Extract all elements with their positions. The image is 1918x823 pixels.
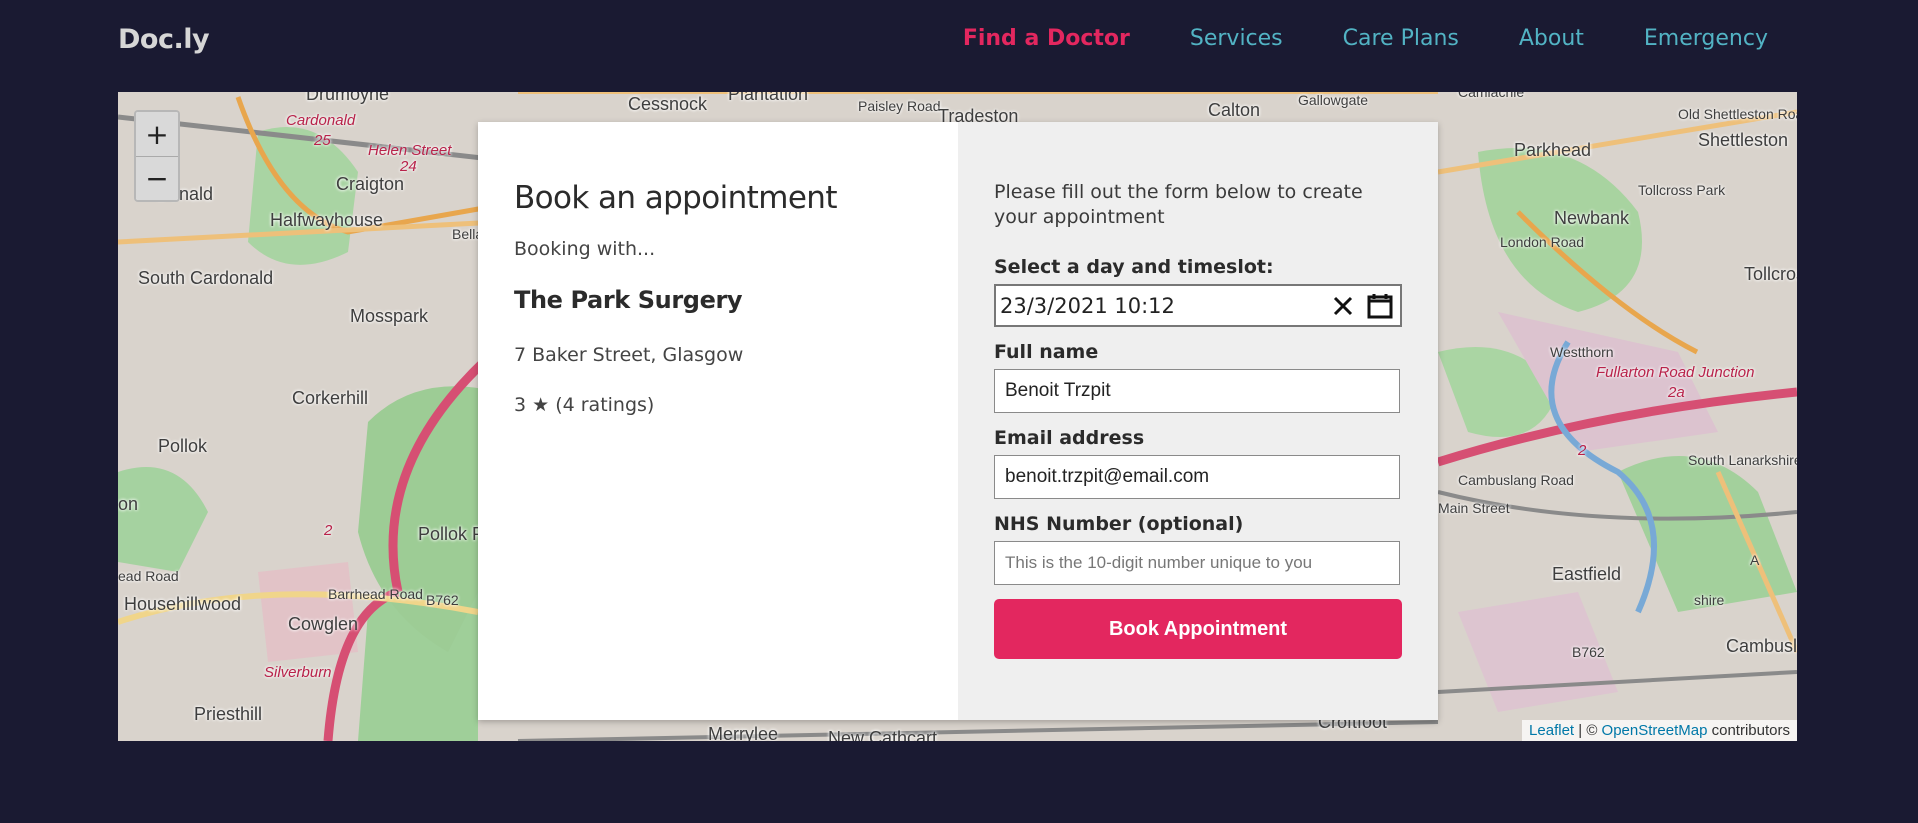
map-label: Parkhead (1514, 140, 1592, 160)
clear-icon[interactable] (1326, 295, 1360, 317)
map-label: A (1750, 552, 1760, 568)
map-label: Merrylee (708, 724, 779, 741)
map-attribution: Leaflet | © OpenStreetMap contributors (1522, 720, 1797, 741)
email-field[interactable]: benoit.trzpit@email.com (994, 455, 1400, 499)
surgery-info-panel: Book an appointment Booking with... The … (478, 122, 958, 720)
map-label: Barrhead Road (328, 586, 423, 602)
map-label: on (118, 494, 139, 514)
nav-emergency[interactable]: Emergency (1644, 26, 1768, 51)
openstreetmap-link[interactable]: OpenStreetMap (1602, 722, 1708, 739)
map-label: Eastfield (1552, 564, 1622, 584)
map-label: Silverburn (264, 664, 332, 681)
booking-with-text: Booking with... (514, 238, 656, 260)
zoom-control: + − (134, 110, 180, 202)
attribution-suffix: contributors (1707, 722, 1790, 739)
zoom-in-button[interactable]: + (136, 112, 178, 156)
nhs-label: NHS Number (optional) (994, 513, 1244, 535)
nav-find-a-doctor[interactable]: Find a Doctor (963, 26, 1130, 51)
datetime-label: Select a day and timeslot: (994, 256, 1274, 278)
nhs-number-field[interactable]: This is the 10-digit number unique to yo… (994, 541, 1400, 585)
map-label: Craigton (336, 174, 405, 194)
map-label: shire (1694, 592, 1725, 608)
map-label: ead Road (118, 568, 179, 584)
map-label: Tollcross Park (1638, 182, 1726, 198)
map-label: Westthorn (1550, 344, 1614, 360)
map-label: London Road (1500, 234, 1585, 250)
map-label: Househillwood (124, 594, 242, 614)
book-appointment-button[interactable]: Book Appointment (994, 599, 1402, 659)
map-label: Pollok (158, 436, 208, 456)
map-label: Paisley Road (858, 98, 941, 114)
email-label: Email address (994, 427, 1145, 449)
surgery-address: 7 Baker Street, Glasgow (514, 344, 744, 366)
datetime-input[interactable]: 23/3/2021 10:12 (994, 284, 1402, 327)
map-label: Gallowgate (1298, 92, 1369, 108)
zoom-out-button[interactable]: − (136, 156, 178, 200)
map-label: 24 (400, 158, 417, 175)
map-label: Corkerhill (292, 388, 369, 408)
map-label: Halfwayhouse (270, 210, 384, 230)
booking-card: Book an appointment Booking with... The … (478, 122, 1438, 720)
map-label: 2 (1578, 442, 1587, 459)
map-label: Cardonald (286, 112, 356, 129)
booking-form: Please fill out the form below to create… (958, 122, 1438, 720)
map-label: Cowglen (288, 614, 359, 634)
map-label: Tollcross (1744, 264, 1797, 284)
map-label: Priesthill (194, 704, 263, 724)
map-label: Main Street (1438, 500, 1510, 516)
map-label: Shettleston (1698, 130, 1789, 150)
nav-care-plans[interactable]: Care Plans (1343, 26, 1459, 51)
nav-about[interactable]: About (1519, 26, 1584, 51)
map-label: Cambuslang (1726, 636, 1797, 656)
datetime-value: 23/3/2021 10:12 (1000, 293, 1175, 318)
attribution-separator: | © (1574, 722, 1602, 739)
map-label: Cessnock (628, 94, 708, 114)
brand-logo[interactable]: Doc.ly (118, 24, 210, 55)
fullname-field[interactable]: Benoit Trzpit (994, 369, 1400, 413)
map-label: Old Shettleston Road (1678, 106, 1797, 122)
map-label: Calton (1208, 100, 1261, 120)
main-nav: Find a Doctor Services Care Plans About … (903, 26, 1768, 51)
surgery-rating: 3 ★ (4 ratings) (514, 394, 655, 416)
map-label: B762 (1572, 644, 1605, 660)
map-label: Plantation (728, 92, 809, 104)
map-label: Drumoyne (306, 92, 390, 104)
map-label: 2 (324, 522, 333, 539)
map-label: South Lanarkshire (1688, 452, 1797, 468)
map-label: Mosspark (350, 306, 429, 326)
leaflet-link[interactable]: Leaflet (1529, 722, 1574, 739)
calendar-icon[interactable] (1360, 292, 1400, 320)
page-title: Book an appointment (514, 180, 838, 216)
map-label: Camlachie (1458, 92, 1525, 100)
form-intro: Please fill out the form below to create… (994, 181, 1363, 228)
map-label: 25 (314, 132, 331, 149)
map-label: Newbank (1554, 208, 1630, 228)
map-label: Helen Street (368, 142, 452, 159)
nav-services[interactable]: Services (1190, 26, 1283, 51)
surgery-name: The Park Surgery (514, 286, 743, 314)
fullname-label: Full name (994, 341, 1099, 363)
map-label: B762 (426, 592, 459, 608)
map-label: South Cardonald (138, 268, 274, 288)
map-label: New Cathcart (828, 728, 938, 741)
map-label: Fullarton Road Junction (1596, 364, 1755, 381)
map-label: 2a (1668, 384, 1685, 401)
map-label: Cambuslang Road (1458, 472, 1574, 488)
